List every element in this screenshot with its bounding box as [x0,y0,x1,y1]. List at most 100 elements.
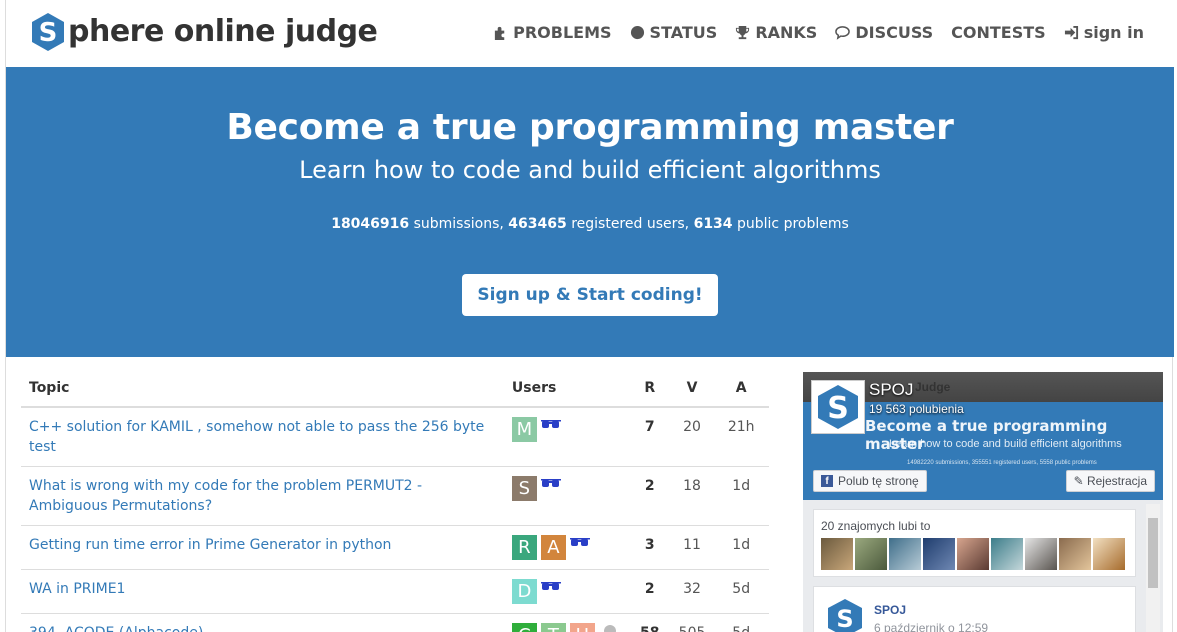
fb-scrollbar[interactable] [1146,504,1160,632]
site-title: phere online judge [68,14,378,49]
svg-text:S: S [827,391,849,426]
friend-avatar[interactable] [1093,538,1125,570]
users-count: 463465 [508,216,567,232]
table-row[interactable]: What is wrong with my code for the probl… [21,466,769,526]
user-avatar[interactable]: R [511,535,537,560]
topic-link[interactable]: Getting run time error in Prime Generato… [29,537,391,553]
glasses-icon [540,479,561,487]
discussion-topics: Topic Users R V A C++ solution for KAMIL… [21,372,769,632]
fb-cover-image[interactable]: Judge Become a true programming master L… [803,372,1163,500]
sign-in-icon [1064,25,1078,39]
nav-status[interactable]: STATUS [630,20,717,44]
replies-cell: 58 [628,613,671,632]
friend-avatar[interactable] [889,538,921,570]
activity-cell: 5d [713,569,769,614]
fb-friends-label: 20 znajomych lubi to [821,519,931,533]
activity-cell: 1d [713,466,769,526]
chat-icon [835,25,851,40]
hero-title: Become a true programming master [226,107,954,148]
logo-hexagon-icon: S [30,12,66,52]
friend-avatar[interactable] [923,538,955,570]
glasses-icon [569,538,590,546]
user-avatar[interactable]: S [511,476,537,501]
fb-like-button[interactable]: f Polub tę stronę [813,470,927,492]
site-logo[interactable]: S phere online judge [30,12,378,52]
pencil-icon: ✎ [1073,474,1087,488]
views-cell: 11 [670,525,714,570]
activity-cell: 1d [713,525,769,570]
facebook-icon: f [821,475,833,487]
anonymous-user-icon [603,625,616,632]
topic-cell: WA in PRIME1 [21,569,504,614]
hero-banner: Become a true programming master Learn h… [6,67,1174,357]
fb-friends-panel: 20 znajomych lubi to [813,509,1136,577]
user-avatar[interactable]: A [540,535,566,560]
col-topic: Topic [21,372,504,408]
friend-avatar[interactable] [1059,538,1091,570]
col-views: V [670,372,714,408]
views-cell: 505 [670,613,714,632]
fb-page-logo[interactable]: S [811,380,865,434]
glasses-icon [540,582,561,590]
activity-cell: 21h [713,407,769,467]
fb-scroll-thumb[interactable] [1148,518,1158,588]
user-avatar[interactable]: U [569,623,595,632]
nav-discuss[interactable]: DISCUSS [835,20,933,44]
fb-page-name[interactable]: SPOJ [869,380,913,400]
hero-subtitle: Learn how to code and build efficient al… [299,156,881,184]
fb-friends-list [821,538,1125,570]
nav-ranks[interactable]: RANKS [735,20,817,44]
submissions-count: 18046916 [331,216,410,232]
friend-avatar[interactable] [855,538,887,570]
friend-avatar[interactable] [821,538,853,570]
fb-post-date[interactable]: 6 październik o 12:59 [874,621,988,632]
replies-cell: 3 [628,525,671,570]
topic-cell: What is wrong with my code for the probl… [21,466,504,526]
user-avatar[interactable]: M [511,417,537,442]
fb-cover-brand: Judge [915,380,951,394]
puzzle-icon [495,26,505,40]
trophy-icon [736,25,750,39]
col-activity: A [713,372,769,408]
table-row[interactable]: WA in PRIME1 D 2 32 5d [21,569,769,614]
fb-post-logo[interactable]: S [824,597,866,632]
table-row[interactable]: 394. ACODE (Alphacode)CTU585055d [21,613,769,632]
fb-post-author[interactable]: SPOJ [874,603,906,617]
topic-link[interactable]: What is wrong with my code for the probl… [29,478,422,514]
user-avatar[interactable]: C [511,623,537,632]
col-replies: R [628,372,671,408]
table-row[interactable]: C++ solution for KAMIL , somehow not abl… [21,407,769,467]
nav-sign-in[interactable]: sign in [1064,20,1144,44]
col-users: Users [503,372,629,408]
fb-like-count: 19 563 polubienia [869,402,964,416]
friend-avatar[interactable] [991,538,1023,570]
top-navbar: S phere online judge PROBLEMS STATUS RAN… [6,0,1174,67]
nav-contests[interactable]: CONTESTS [951,20,1046,44]
facebook-page-widget: Judge Become a true programming master L… [803,372,1163,632]
user-avatar[interactable]: D [511,579,537,604]
fb-cover-stats: 14982220 submissions, 355551 registered … [907,460,1097,466]
replies-cell: 2 [628,466,671,526]
replies-cell: 2 [628,569,671,614]
problems-count: 6134 [693,216,733,232]
table-header-row: Topic Users R V A [21,372,769,408]
views-cell: 20 [670,407,714,467]
circle-icon [630,25,644,39]
fb-cover-subtitle: Learn how to code and build efficient al… [889,438,1122,450]
users-cell: RA [503,525,629,570]
topic-link[interactable]: WA in PRIME1 [29,581,125,597]
svg-text:S: S [39,18,58,48]
fb-post-panel: S SPOJ 6 październik o 12:59 [813,586,1136,632]
topic-cell: C++ solution for KAMIL , somehow not abl… [21,407,504,467]
nav-problems[interactable]: PROBLEMS [493,20,612,44]
user-avatar[interactable]: T [540,623,566,632]
friend-avatar[interactable] [957,538,989,570]
signup-button[interactable]: Sign up & Start coding! [462,274,718,316]
topic-link[interactable]: 394. ACODE (Alphacode) [29,625,203,632]
friend-avatar[interactable] [1025,538,1057,570]
topic-link[interactable]: C++ solution for KAMIL , somehow not abl… [29,419,484,455]
svg-text:S: S [836,605,853,632]
table-row[interactable]: Getting run time error in Prime Generato… [21,525,769,570]
main-nav: PROBLEMS STATUS RANKS DISCUSS CONTESTS s… [475,20,1144,44]
fb-register-button[interactable]: ✎ Rejestracja [1065,470,1155,492]
